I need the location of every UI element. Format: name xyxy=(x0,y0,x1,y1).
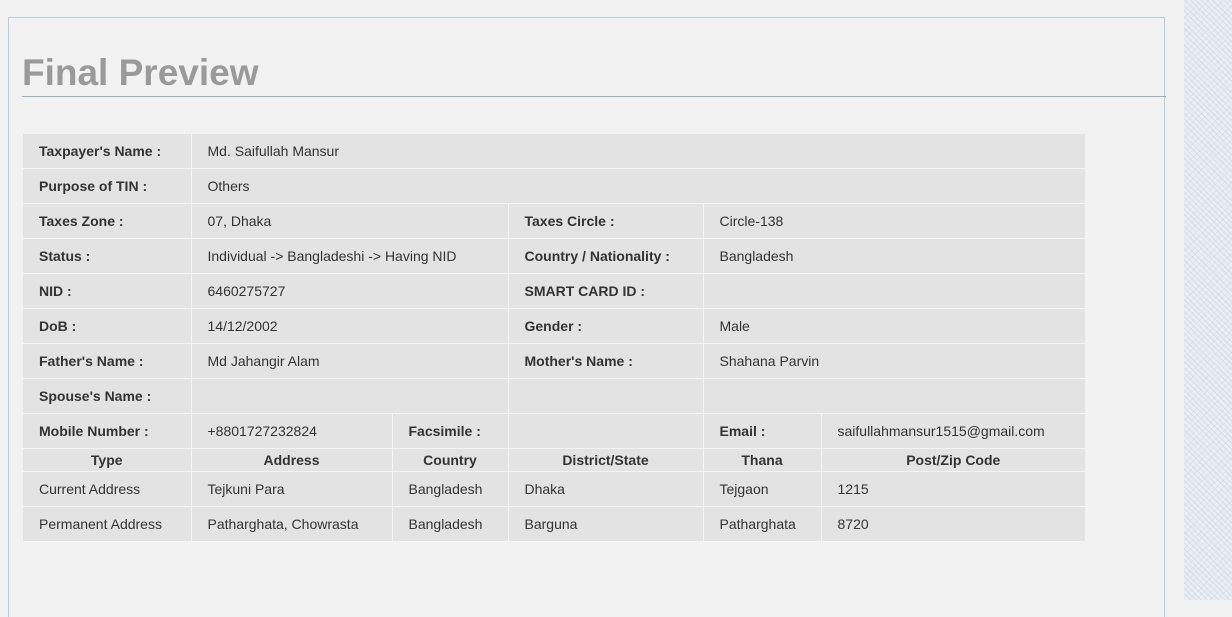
taxes-zone-value: 07, Dhaka xyxy=(191,203,509,239)
taxes-zone-row: Taxes Zone : 07, Dhaka Taxes Circle : Ci… xyxy=(23,203,1086,239)
spouse-name-label: Spouse's Name : xyxy=(23,378,192,414)
nid-row: NID : 6460275727 SMART CARD ID : xyxy=(23,273,1086,309)
taxpayer-name-label: Taxpayer's Name : xyxy=(23,134,192,169)
permanent-address-row: Permanent Address Patharghata, Chowrasta… xyxy=(23,506,1086,542)
gender-label: Gender : xyxy=(508,308,704,344)
address-header-postcode: Post/Zip Code xyxy=(821,448,1086,472)
nid-value: 6460275727 xyxy=(191,273,509,309)
address-cell: Tejkuni Para xyxy=(191,471,393,507)
address-thana-cell: Patharghata xyxy=(703,506,822,542)
address-header-address: Address xyxy=(191,448,393,472)
address-header-type: Type xyxy=(23,448,192,472)
current-address-row: Current Address Tejkuni Para Bangladesh … xyxy=(23,471,1086,507)
address-type-cell: Permanent Address xyxy=(23,506,192,542)
address-postcode-cell: 8720 xyxy=(821,506,1086,542)
address-country-cell: Bangladesh xyxy=(392,471,509,507)
address-header-district: District/State xyxy=(508,448,704,472)
purpose-row: Purpose of TIN : Others xyxy=(23,168,1086,204)
taxpayer-row: Taxpayer's Name : Md. Saifullah Mansur xyxy=(23,134,1086,169)
address-header-country: Country xyxy=(392,448,509,472)
status-value: Individual -> Bangladeshi -> Having NID xyxy=(191,238,509,274)
address-country-cell: Bangladesh xyxy=(392,506,509,542)
taxpayer-name-value: Md. Saifullah Mansur xyxy=(191,134,1086,169)
mobile-label: Mobile Number : xyxy=(23,413,192,449)
taxes-circle-value: Circle-138 xyxy=(703,203,1086,239)
address-thana-cell: Tejgaon xyxy=(703,471,822,507)
dob-row: DoB : 14/12/2002 Gender : Male xyxy=(23,308,1086,344)
side-background-strip xyxy=(1184,0,1232,600)
contact-row: Mobile Number : +8801727232824 Facsimile… xyxy=(23,413,1086,449)
country-nationality-label: Country / Nationality : xyxy=(508,238,704,274)
address-cell: Patharghata, Chowrasta xyxy=(191,506,393,542)
smart-card-label: SMART CARD ID : xyxy=(508,273,704,309)
gender-value: Male xyxy=(703,308,1086,344)
facsimile-label: Facsimile : xyxy=(392,413,509,449)
address-header-row: Type Address Country District/State Than… xyxy=(23,448,1086,472)
address-header-thana: Thana xyxy=(703,448,822,472)
taxes-circle-label: Taxes Circle : xyxy=(508,203,704,239)
mother-name-value: Shahana Parvin xyxy=(703,343,1086,379)
father-name-label: Father's Name : xyxy=(23,343,192,379)
purpose-value: Others xyxy=(191,168,1086,204)
parents-row: Father's Name : Md Jahangir Alam Mother'… xyxy=(23,343,1086,379)
address-district-cell: Barguna xyxy=(508,506,704,542)
spouse-empty-cell-1 xyxy=(508,378,704,414)
email-label: Email : xyxy=(703,413,822,449)
title-divider xyxy=(22,96,1166,97)
taxes-zone-label: Taxes Zone : xyxy=(23,203,192,239)
address-type-cell: Current Address xyxy=(23,471,192,507)
country-nationality-value: Bangladesh xyxy=(703,238,1086,274)
father-name-value: Md Jahangir Alam xyxy=(191,343,509,379)
status-row: Status : Individual -> Bangladeshi -> Ha… xyxy=(23,238,1086,274)
address-district-cell: Dhaka xyxy=(508,471,704,507)
spouse-row: Spouse's Name : xyxy=(23,378,1086,414)
email-value: saifullahmansur1515@gmail.com xyxy=(821,413,1086,449)
mother-name-label: Mother's Name : xyxy=(508,343,704,379)
nid-label: NID : xyxy=(23,273,192,309)
preview-table: Taxpayer's Name : Md. Saifullah Mansur P… xyxy=(23,134,1086,542)
facsimile-value xyxy=(508,413,704,449)
mobile-value: +8801727232824 xyxy=(191,413,393,449)
status-label: Status : xyxy=(23,238,192,274)
dob-label: DoB : xyxy=(23,308,192,344)
spouse-name-value xyxy=(191,378,509,414)
spouse-empty-cell-2 xyxy=(703,378,1086,414)
address-postcode-cell: 1215 xyxy=(821,471,1086,507)
smart-card-value xyxy=(703,273,1086,309)
purpose-label: Purpose of TIN : xyxy=(23,168,192,204)
page-title: Final Preview xyxy=(22,52,259,93)
dob-value: 14/12/2002 xyxy=(191,308,509,344)
